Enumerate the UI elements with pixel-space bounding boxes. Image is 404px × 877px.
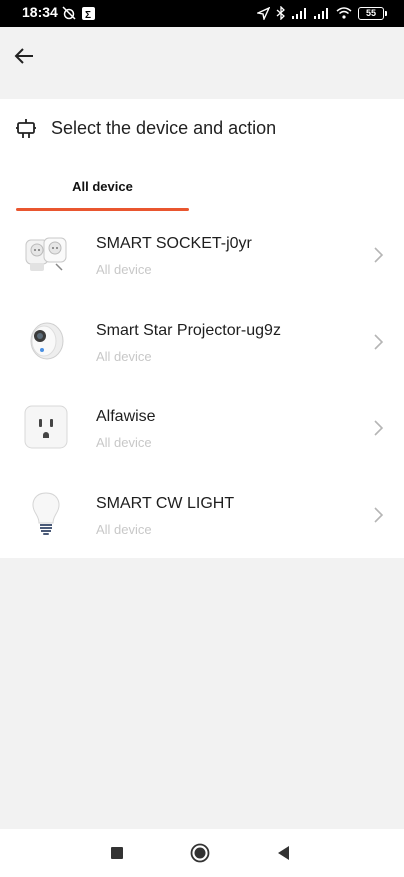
battery-icon: 55	[358, 6, 387, 20]
device-category: All device	[96, 521, 152, 537]
device-name: Alfawise	[96, 408, 156, 425]
projector-icon	[30, 322, 64, 359]
arrow-left-icon[interactable]	[12, 43, 38, 69]
device-row-star-projector[interactable]: Smart Star Projector-ug9z All device	[0, 298, 404, 385]
device-icon	[16, 118, 36, 138]
chevron-right-icon	[374, 333, 384, 350]
system-nav-bar	[0, 829, 404, 877]
device-row-cw-light[interactable]: SMART CW LIGHT All device	[0, 471, 404, 558]
device-row-smart-socket[interactable]: SMART SOCKET-j0yr All device	[0, 211, 404, 298]
device-row-alfawise[interactable]: Alfawise All device	[0, 384, 404, 471]
device-selection-panel: Select the device and action All device …	[0, 99, 404, 558]
battery-level: 55	[365, 7, 376, 18]
chevron-right-icon	[374, 247, 384, 263]
panel-header: Select the device and action	[16, 118, 276, 139]
dual-socket-icon	[25, 237, 67, 271]
tab-all-device[interactable]: All device	[16, 173, 189, 211]
device-name: Smart Star Projector-ug9z	[96, 321, 281, 339]
device-name: SMART CW LIGHT	[96, 494, 235, 512]
chevron-right-icon	[374, 420, 384, 436]
wall-outlet-icon	[24, 405, 68, 449]
status-bar: 18:34 Σ 55	[0, 0, 404, 27]
top-bar	[0, 27, 404, 99]
bluetooth-icon	[276, 6, 285, 20]
chevron-right-icon	[374, 506, 384, 523]
wifi-icon	[336, 7, 352, 19]
location-icon	[257, 6, 270, 20]
signal-icon	[292, 8, 306, 19]
recents-button[interactable]	[107, 843, 127, 863]
signal-icon	[314, 8, 328, 19]
home-button[interactable]	[190, 843, 210, 863]
alarm-off-icon	[62, 6, 76, 20]
notification-icon: Σ	[82, 6, 95, 20]
tab-label: All device	[72, 179, 133, 194]
device-category: All device	[96, 348, 152, 364]
light-bulb-icon	[32, 491, 60, 535]
device-category: All device	[96, 262, 152, 277]
page-title: Select the device and action	[51, 118, 277, 138]
device-list: SMART SOCKET-j0yr All device Smart Star …	[0, 211, 404, 557]
device-name: SMART SOCKET-j0yr	[96, 235, 252, 252]
status-time: 18:34	[22, 4, 58, 20]
svg-text:Σ: Σ	[85, 10, 91, 20]
back-button[interactable]	[274, 843, 294, 863]
device-category: All device	[96, 435, 152, 450]
